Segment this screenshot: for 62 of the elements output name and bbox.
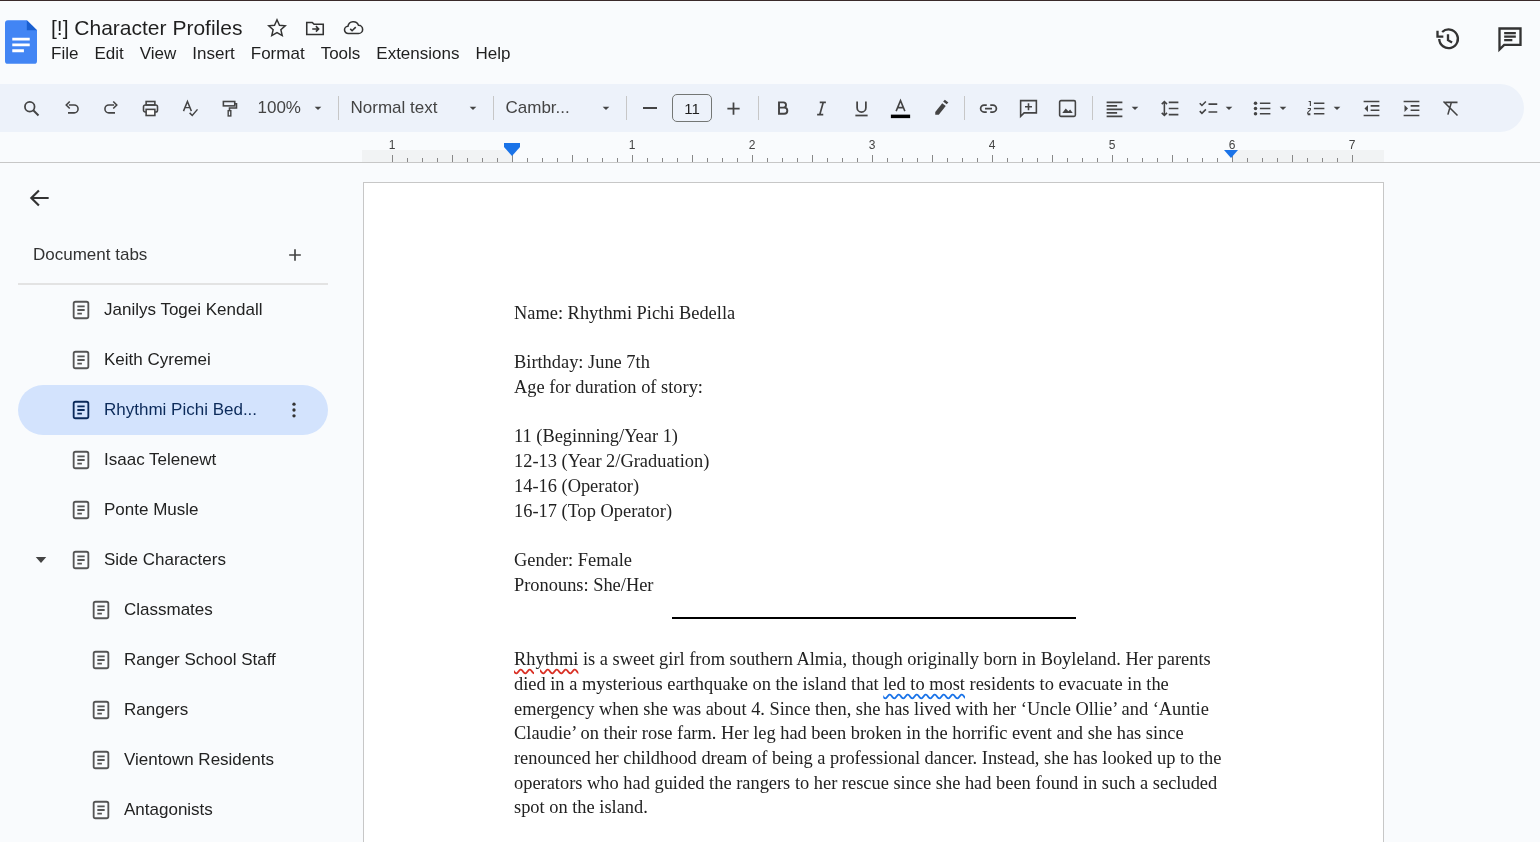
text-line: Gender: Female — [514, 548, 633, 572]
document-icon — [70, 349, 92, 371]
minus-icon — [643, 107, 658, 109]
text-line: Birthday: June 7th — [514, 351, 651, 375]
document-icon — [70, 449, 92, 471]
document-icon — [90, 699, 112, 721]
document-tab[interactable]: Isaac Telenewt — [18, 435, 328, 485]
menu-item[interactable]: Tools — [313, 41, 368, 67]
text-line: Name: Rhythmi Pichi Bedella — [514, 302, 737, 325]
insert-image-icon — [1057, 97, 1079, 119]
add-comment-icon — [1017, 97, 1039, 119]
ruler-number: 3 — [867, 138, 877, 152]
star-icon[interactable] — [266, 17, 289, 39]
document-tab[interactable]: Classmates — [18, 585, 328, 635]
sidebar-heading: Document tabs — [32, 245, 148, 265]
menu-item[interactable]: File — [44, 41, 86, 67]
font-size-field[interactable]: 11 — [672, 94, 712, 122]
document-icon — [70, 299, 92, 321]
menu-item[interactable]: Format — [243, 41, 312, 67]
menu-item[interactable]: Help — [468, 41, 518, 67]
text-color-icon — [890, 97, 912, 119]
document-tab[interactable]: Rhythmi Pichi Bed... — [18, 385, 328, 435]
text-line: 16-17 (Top Operator) — [514, 499, 674, 523]
zoom-dropdown[interactable]: 100% — [249, 98, 334, 118]
document-tab[interactable]: Rangers — [18, 685, 328, 735]
document-tab[interactable]: Side Characters — [18, 535, 328, 585]
document-icon — [90, 799, 112, 821]
document-icon — [70, 399, 92, 421]
text-line: 14-16 (Operator) — [514, 474, 641, 498]
document-icon — [90, 649, 112, 671]
docs-logo-icon[interactable] — [5, 20, 37, 64]
ruler-number: 4 — [987, 138, 997, 152]
document-tab[interactable]: Keith Cyremei — [18, 335, 328, 385]
text-line: Pronouns: She/Her — [514, 573, 655, 597]
ruler-number: 7 — [1347, 138, 1357, 152]
menu-item[interactable]: Insert — [185, 41, 242, 67]
document-icon — [70, 499, 92, 521]
ruler-number: 6 — [1227, 138, 1237, 152]
document-tab[interactable]: Antagonists — [18, 785, 328, 835]
body-paragraph: Rhythmi is a sweet girl from southern Almia, though originally born in Boyleland. Her parents died in a mysterious earthquake on the island that led to most residents to evacuate in the emergency when she was about 4. Since then, she has lived with her ‘Uncle Ollie’ and ‘Auntie Claudie’ on their rose farm. Her leg had been broken in the horrific event and she has since renounced her childhood dream of being a professional dancer. Instead, she has looked up to the operators who had guided the rangers to her rescue since she had been found in such a secluded spot on the island. — [514, 648, 1223, 820]
ruler-number: 1 — [627, 138, 637, 152]
ruler-number: 1 — [387, 138, 397, 152]
document-icon — [70, 549, 92, 571]
menu-item[interactable]: Edit — [87, 41, 131, 67]
document-tab[interactable]: Vientown Residents — [18, 735, 328, 785]
document-tab[interactable]: Ponte Musle — [18, 485, 328, 535]
comments-icon[interactable] — [1496, 25, 1524, 53]
font-dropdown[interactable]: Cambr... — [497, 98, 622, 118]
text-line: 12-13 (Year 2/Graduation) — [514, 450, 711, 474]
document-icon — [90, 749, 112, 771]
document-tab[interactable]: Ranger School Staff — [18, 635, 328, 685]
ruler-number: 5 — [1107, 138, 1117, 152]
menu-item[interactable]: Extensions — [369, 41, 467, 67]
document-title[interactable]: [!] Character Profiles — [51, 16, 243, 40]
text-line: Age for duration of story: — [514, 376, 704, 400]
style-dropdown[interactable]: Normal text — [342, 98, 489, 118]
margin-marker[interactable] — [1224, 150, 1238, 158]
text-line: 11 (Beginning/Year 1) — [514, 425, 679, 449]
document-tab[interactable]: Janilys Togei Kendall — [18, 285, 328, 335]
document-icon — [90, 599, 112, 621]
menu-item[interactable]: View — [132, 41, 184, 67]
ruler-number: 2 — [747, 138, 757, 152]
